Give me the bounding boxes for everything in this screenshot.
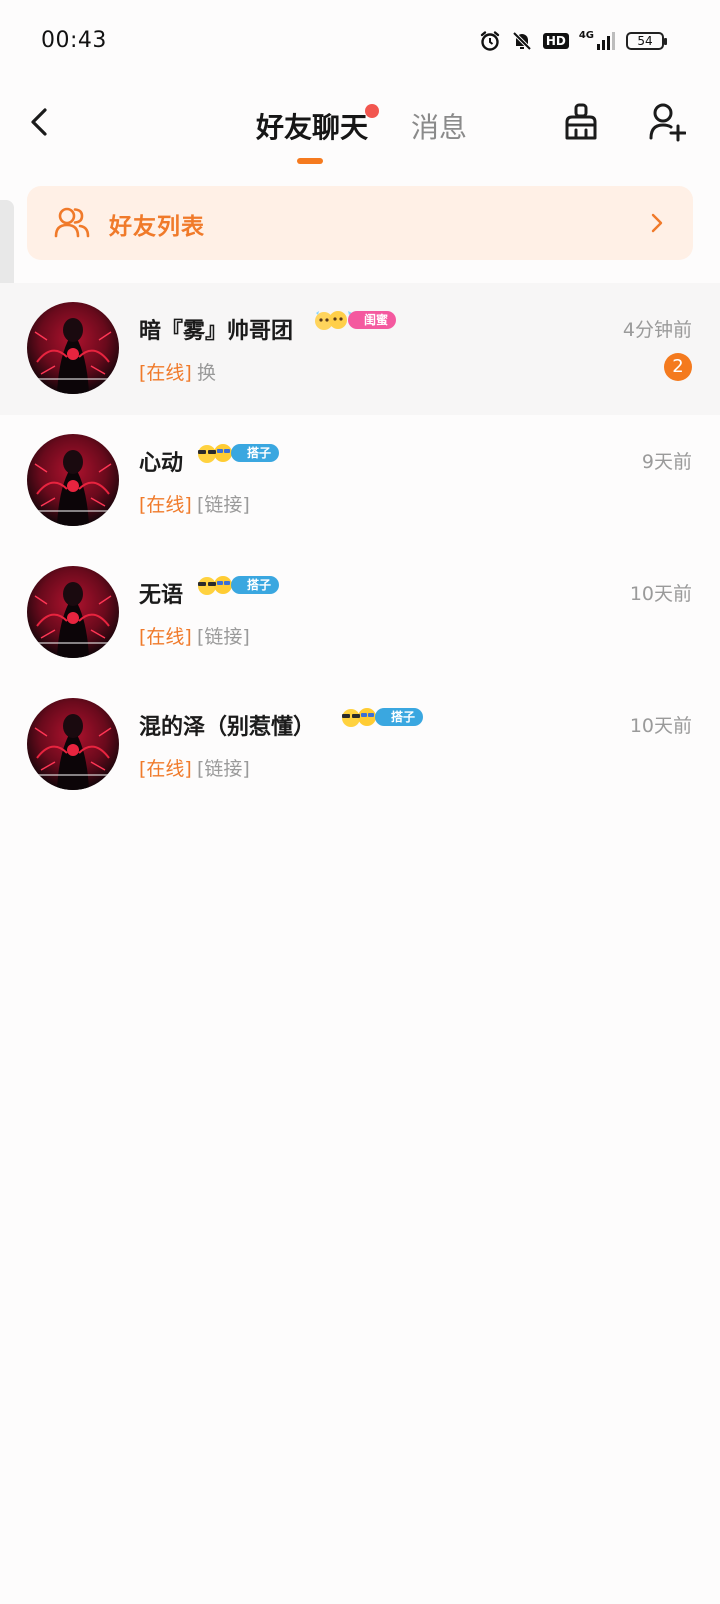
add-user-icon <box>649 103 686 142</box>
mute-bell-icon <box>512 31 532 51</box>
chat-row[interactable]: 无语 搭子 10天前 [在线] [链接] <box>0 547 720 679</box>
avatar[interactable] <box>27 302 119 394</box>
relationship-badge: 闺蜜 <box>310 309 397 331</box>
avatar[interactable] <box>27 434 119 526</box>
friend-list-label: 好友列表 <box>109 214 205 240</box>
friends-icon <box>54 207 90 238</box>
last-message: 换 <box>197 362 217 384</box>
chat-row[interactable]: 暗『雾』帅哥团 闺蜜 4分钟前 [在线] 换 2 <box>0 283 720 415</box>
broom-icon <box>565 103 597 140</box>
status-time: 00:43 <box>41 28 107 53</box>
unread-count-badge: 2 <box>664 353 692 381</box>
clean-button[interactable] <box>563 102 599 142</box>
chevron-left-icon <box>31 108 47 136</box>
chat-row[interactable]: 心动 搭子 9天前 [在线] [链接] <box>0 415 720 547</box>
avatar[interactable] <box>27 698 119 790</box>
tab-notification-dot <box>365 104 379 118</box>
online-status: [在线] <box>139 362 192 384</box>
last-message: [链接] <box>197 626 250 648</box>
status-icons: HD 4G 54 <box>479 28 667 54</box>
chat-time: 4分钟前 <box>622 319 692 341</box>
add-friend-button[interactable] <box>648 102 686 142</box>
signal-icon <box>597 32 615 50</box>
last-message: [链接] <box>197 494 250 516</box>
chat-name: 混的泽（别惹懂） <box>139 715 316 740</box>
friend-list-banner[interactable]: 好友列表 <box>27 186 693 260</box>
top-nav: 好友聊天 消息 <box>0 84 720 174</box>
badge-label: 搭子 <box>231 444 280 462</box>
chat-name: 暗『雾』帅哥团 <box>139 319 294 344</box>
badge-label: 闺蜜 <box>348 311 397 329</box>
alarm-icon <box>480 31 500 51</box>
relationship-badge: 搭子 <box>337 706 424 728</box>
tab-messages[interactable]: 消息 <box>411 106 467 146</box>
back-button[interactable] <box>24 104 54 140</box>
chat-name: 无语 <box>139 583 184 608</box>
badge-label: 搭子 <box>375 708 424 726</box>
chevron-right-icon <box>651 213 663 233</box>
last-message: [链接] <box>197 758 250 780</box>
badge-label: 搭子 <box>231 576 280 594</box>
relationship-badge: 搭子 <box>193 442 280 464</box>
chat-time: 10天前 <box>629 715 692 737</box>
status-bar: 00:43 HD 4G 54 <box>0 0 720 84</box>
chat-time: 10天前 <box>629 583 692 605</box>
friend-chat-screen: 00:43 HD 4G 54 好友聊天 消息 好友列表 暗『雾』帅哥团 闺蜜 4… <box>0 0 720 1604</box>
hd-icon: HD <box>542 33 569 49</box>
chat-time: 9天前 <box>641 451 692 473</box>
battery-icon: 54 <box>626 32 667 50</box>
online-status: [在线] <box>139 626 192 648</box>
chat-list: 暗『雾』帅哥团 闺蜜 4分钟前 [在线] 换 2 心动 搭子 9天前 [在线] … <box>0 283 720 811</box>
online-status: [在线] <box>139 758 192 780</box>
relationship-badge: 搭子 <box>193 574 280 596</box>
chat-row[interactable]: 混的泽（别惹懂） 搭子 10天前 [在线] [链接] <box>0 679 720 811</box>
chat-name: 心动 <box>139 451 184 476</box>
tab-friend-chat[interactable]: 好友聊天 <box>256 106 368 146</box>
online-status: [在线] <box>139 494 192 516</box>
avatar[interactable] <box>27 566 119 658</box>
active-tab-indicator <box>297 158 323 164</box>
network-type: 4G <box>578 29 594 41</box>
